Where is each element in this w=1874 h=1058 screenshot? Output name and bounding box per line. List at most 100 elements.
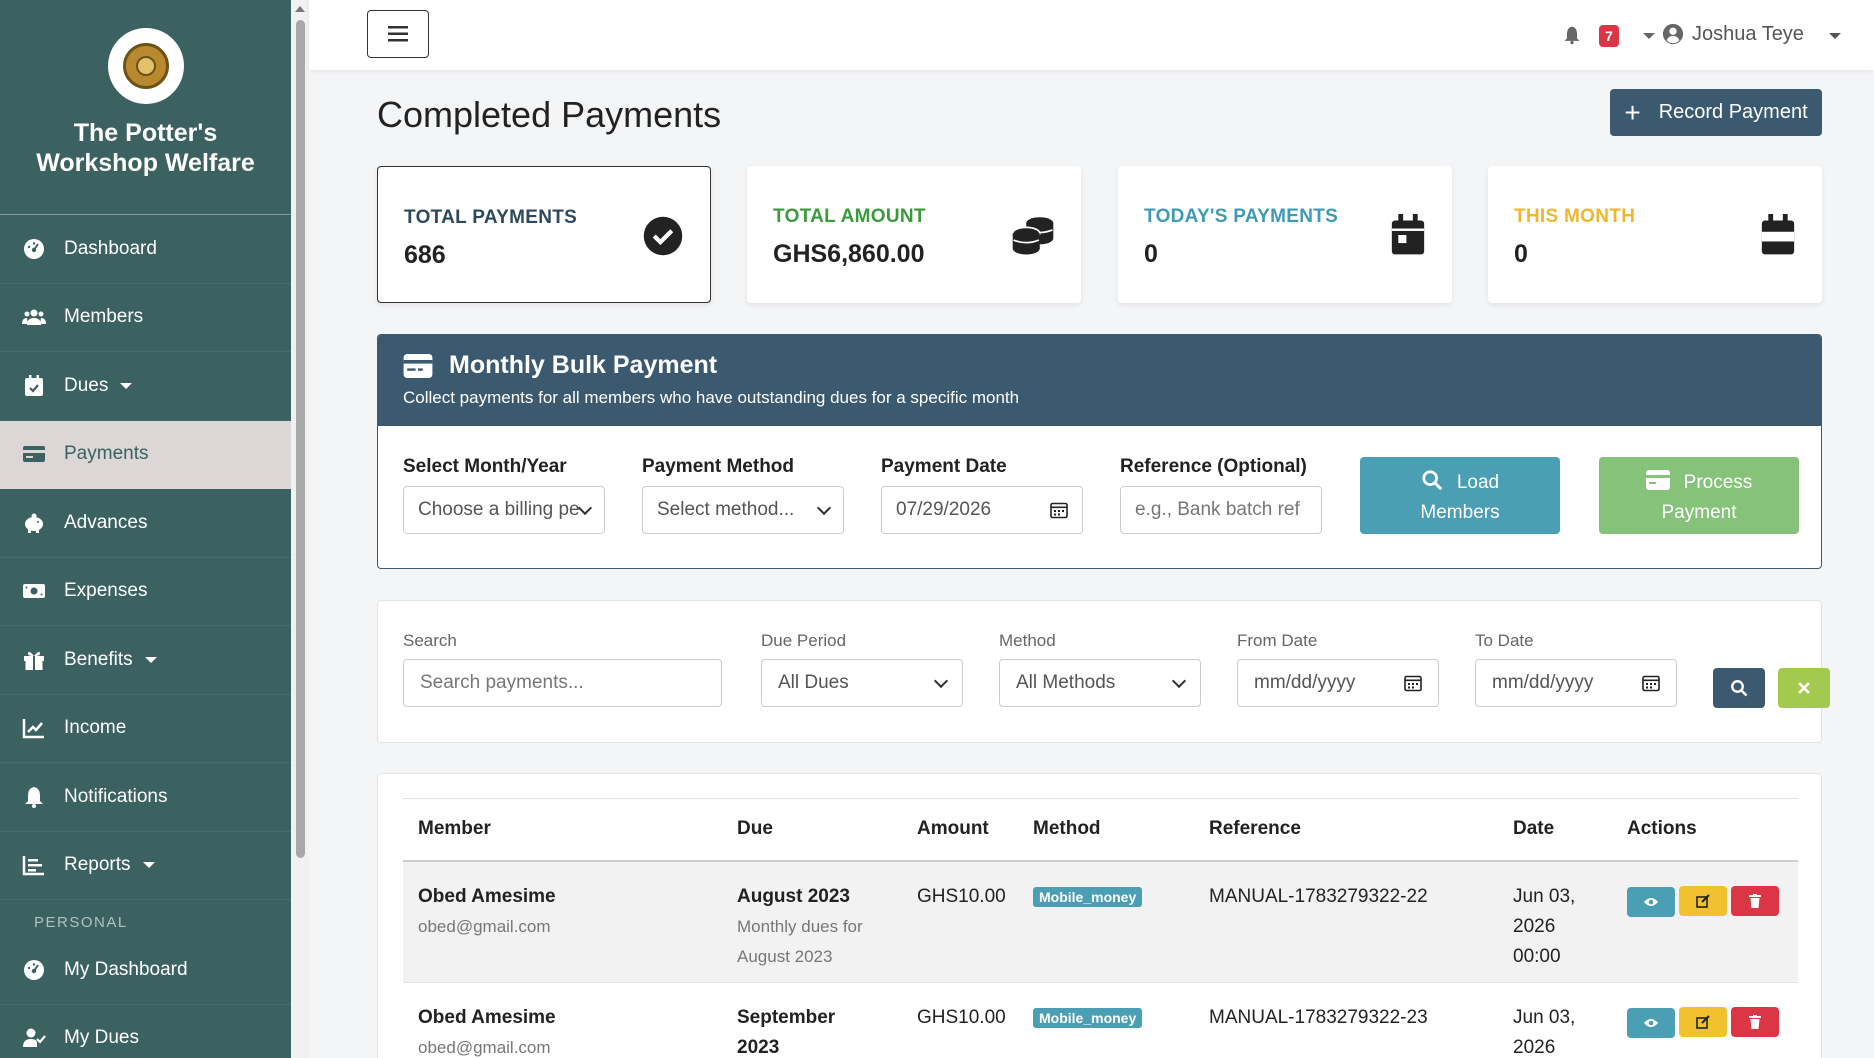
bulk-panel-title: Monthly Bulk Payment	[449, 351, 718, 379]
method-badge: Mobile_money	[1033, 886, 1143, 907]
month-year-select[interactable]: Choose a billing pe	[403, 486, 605, 534]
method-badge: Mobile_money	[1033, 1008, 1143, 1028]
due-cell: September 2023	[737, 1007, 836, 1058]
chevron-down-icon	[577, 500, 593, 515]
eye-icon	[1644, 897, 1658, 906]
edit-button[interactable]	[1679, 885, 1727, 916]
sidebar-item-my-dues[interactable]: My Dues	[0, 1005, 291, 1058]
scroll-up-arrow-icon[interactable]	[295, 6, 305, 12]
sidebar-item-members[interactable]: Members	[0, 284, 291, 352]
sidebar-item-income[interactable]: Income	[0, 695, 291, 763]
column-header[interactable]: Method	[1018, 798, 1194, 862]
check-circle-icon	[643, 216, 683, 256]
trash-icon	[1749, 893, 1761, 908]
calendar-icon[interactable]	[1642, 674, 1660, 692]
chevron-down-icon	[120, 382, 133, 389]
sidebar-item-dues[interactable]: Dues	[0, 352, 291, 421]
search-field: Search Search payments...	[403, 631, 722, 707]
reference-cell: MANUAL-1783279322-23	[1209, 1007, 1428, 1028]
search-input[interactable]: Search payments...	[403, 659, 722, 707]
reference-cell: MANUAL-1783279322-22	[1194, 860, 1498, 983]
stat-card-this-month: THIS MONTH 0	[1488, 166, 1822, 303]
member-cell: Obed Amesime obed@gmail.com	[403, 860, 722, 983]
sidebar-brand[interactable]: The Potter's Workshop Welfare	[0, 0, 291, 215]
delete-button[interactable]	[1731, 885, 1779, 916]
chevron-down-icon	[144, 656, 157, 663]
edit-button[interactable]	[1679, 1007, 1727, 1037]
payment-date-input[interactable]: 07/29/2026	[881, 486, 1083, 534]
money-bill-icon	[23, 584, 45, 599]
notification-count-badge[interactable]: 7	[1599, 25, 1619, 47]
sidebar-item-benefits[interactable]: Benefits	[0, 626, 291, 695]
bell-icon	[25, 786, 43, 808]
payments-filter-panel: Search Search payments... Due Period All…	[377, 600, 1830, 743]
scrollbar-thumb[interactable]	[296, 20, 305, 858]
reference-field: Reference (Optional) e.g., Bank batch re…	[1120, 456, 1322, 534]
brand-title: The Potter's Workshop Welfare	[36, 119, 255, 177]
method-select[interactable]: All Methods	[999, 659, 1201, 707]
from-date-field: From Date mm/dd/yyyy	[1237, 631, 1439, 707]
main-content: Completed Payments + Record Payment TOTA…	[309, 70, 1874, 1058]
due-cell: August 2023 Monthly dues for August 2023	[722, 860, 902, 983]
sidebar-item-notifications[interactable]: Notifications	[0, 763, 291, 832]
payments-table-card: Member Due Amount Method Reference Date …	[377, 773, 1822, 1058]
apply-filter-button[interactable]	[1713, 668, 1765, 708]
month-year-field: Select Month/Year Choose a billing pe	[403, 456, 605, 534]
sidebar-item-reports[interactable]: Reports	[0, 832, 291, 900]
amount-cell: GHS10.00	[902, 860, 1018, 983]
load-members-button[interactable]: Load Members	[1360, 457, 1560, 534]
column-header[interactable]: Amount	[902, 798, 1018, 862]
amount-cell: GHS10.00	[917, 1007, 1006, 1028]
actions-cell	[1612, 983, 1798, 1058]
calendar-day-icon	[1391, 214, 1425, 255]
hamburger-icon	[388, 26, 408, 42]
chevron-down-icon[interactable]	[1829, 33, 1841, 39]
to-date-input[interactable]: mm/dd/yyyy	[1475, 659, 1677, 707]
payment-date-field: Payment Date 07/29/2026	[881, 456, 1083, 534]
payment-method-field: Payment Method Select method...	[642, 456, 844, 534]
column-header[interactable]: Date	[1498, 798, 1612, 862]
view-button[interactable]	[1627, 886, 1675, 917]
delete-button[interactable]	[1731, 1007, 1779, 1037]
gift-icon	[24, 651, 44, 670]
bulk-panel-header: Monthly Bulk Payment Collect payments fo…	[378, 335, 1821, 426]
reference-input[interactable]: e.g., Bank batch ref	[1120, 486, 1322, 534]
date-cell: Jun 03, 2026	[1513, 1007, 1576, 1058]
due-period-select[interactable]: All Dues	[761, 659, 963, 707]
credit-card-icon	[403, 354, 433, 378]
calendar-icon[interactable]	[1050, 501, 1068, 519]
payment-method-select[interactable]: Select method...	[642, 486, 844, 534]
sidebar-item-payments[interactable]: Payments	[0, 420, 291, 489]
coins-icon	[1011, 217, 1054, 255]
sidebar-item-expenses[interactable]: Expenses	[0, 558, 291, 626]
from-date-input[interactable]: mm/dd/yyyy	[1237, 659, 1439, 707]
user-menu-name[interactable]: Joshua Teye	[1692, 23, 1804, 46]
record-payment-button[interactable]: + Record Payment	[1610, 89, 1822, 136]
calendar-check-icon	[25, 374, 43, 396]
sidebar-section-personal: PERSONAL	[34, 914, 128, 931]
stat-card-total-payments: TOTAL PAYMENTS 686	[377, 166, 711, 303]
chevron-down-icon	[933, 673, 949, 688]
process-payment-button[interactable]: Process Payment	[1599, 457, 1799, 534]
column-header[interactable]: Member	[403, 798, 722, 862]
topbar: 7 Joshua Teye	[309, 0, 1874, 70]
sidebar-item-my-dashboard[interactable]: My Dashboard	[0, 936, 291, 1005]
calendar-icon[interactable]	[1404, 674, 1422, 692]
sidebar: The Potter's Workshop Welfare Dashboard …	[0, 0, 291, 1058]
table-row[interactable]: Obed Amesime obed@gmail.com September 20…	[403, 983, 1798, 1058]
search-icon	[1422, 470, 1443, 491]
column-header[interactable]: Reference	[1194, 798, 1498, 862]
clear-filter-button[interactable]	[1778, 668, 1830, 708]
table-row[interactable]: Obed Amesime obed@gmail.com August 2023 …	[403, 860, 1798, 983]
sidebar-item-advances[interactable]: Advances	[0, 489, 291, 558]
sidebar-item-dashboard[interactable]: Dashboard	[0, 215, 291, 284]
view-button[interactable]	[1627, 1008, 1675, 1038]
edit-icon	[1696, 1015, 1710, 1029]
user-circle-icon[interactable]	[1662, 23, 1684, 45]
chevron-down-icon[interactable]	[1643, 33, 1655, 39]
notification-bell-icon[interactable]	[1562, 24, 1582, 46]
sidebar-toggle-button[interactable]	[367, 10, 429, 58]
actions-cell	[1612, 860, 1798, 983]
method-cell: Mobile_money	[1018, 860, 1194, 983]
column-header[interactable]: Due	[722, 798, 902, 862]
